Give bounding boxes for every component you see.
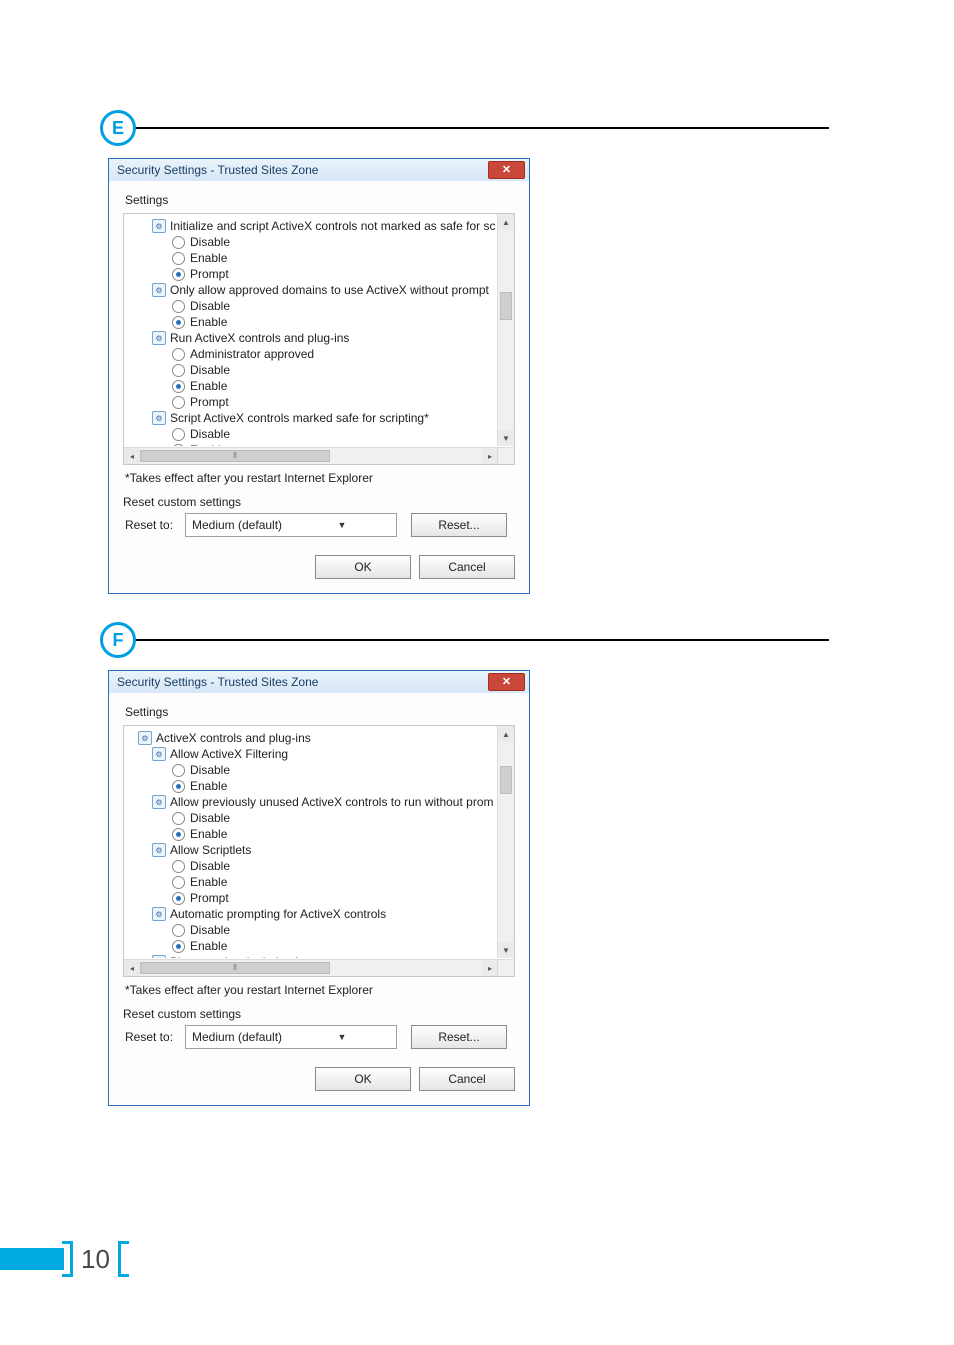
gear-icon: ⚙ <box>152 907 166 921</box>
gear-icon: ⚙ <box>152 283 166 297</box>
ok-button[interactable]: OK <box>315 555 411 579</box>
settings-tree[interactable]: ⚙ActiveX controls and plug-ins ⚙Allow Ac… <box>123 725 515 977</box>
setting-category: ⚙ActiveX controls and plug-ins <box>130 730 496 746</box>
gear-icon: ⚙ <box>138 731 152 745</box>
reset-level-combo[interactable]: Medium (default) ▼ <box>185 513 397 537</box>
radio-option[interactable]: Disable <box>130 858 496 874</box>
reset-button[interactable]: Reset... <box>411 513 507 537</box>
radio-option[interactable]: Prompt <box>130 394 496 410</box>
chevron-down-icon: ▼ <box>292 1032 392 1042</box>
restart-note: *Takes effect after you restart Internet… <box>125 471 515 485</box>
marker-circle-f: F <box>100 622 136 658</box>
reset-button[interactable]: Reset... <box>411 1025 507 1049</box>
radio-option[interactable]: Enable <box>130 778 496 794</box>
setting-group: ⚙Run ActiveX controls and plug-ins <box>130 330 496 346</box>
radio-option[interactable]: Disable <box>130 234 496 250</box>
gear-icon: ⚙ <box>152 411 166 425</box>
setting-group: ⚙Allow previously unused ActiveX control… <box>130 794 496 810</box>
gear-icon: ⚙ <box>152 795 166 809</box>
scroll-corner <box>497 959 514 976</box>
scroll-down-icon[interactable]: ▼ <box>498 942 514 958</box>
scroll-corner <box>497 447 514 464</box>
radio-option[interactable]: Enable <box>130 250 496 266</box>
dialog-security-settings-f: Security Settings - Trusted Sites Zone ✕… <box>108 670 530 1106</box>
gear-icon: ⚙ <box>152 219 166 233</box>
window-title: Security Settings - Trusted Sites Zone <box>117 163 488 177</box>
radio-option[interactable]: Enable <box>130 442 496 446</box>
settings-group-label: Settings <box>125 705 515 719</box>
reset-to-label: Reset to: <box>125 518 185 532</box>
scroll-right-icon[interactable]: ▸ <box>482 448 498 464</box>
marker-line <box>133 127 829 129</box>
marker-line <box>133 639 829 641</box>
marker-circle-e: E <box>100 110 136 146</box>
scroll-thumb[interactable]: ⦀ <box>140 962 330 974</box>
scroll-thumb[interactable]: ⦀ <box>140 450 330 462</box>
close-button[interactable]: ✕ <box>488 673 525 691</box>
radio-option[interactable]: Disable <box>130 762 496 778</box>
section-marker-e: E <box>100 110 829 146</box>
close-icon: ✕ <box>502 165 511 176</box>
vertical-scrollbar[interactable]: ▲ ▼ <box>497 214 514 446</box>
gear-icon: ⚙ <box>152 747 166 761</box>
gear-icon: ⚙ <box>152 955 166 958</box>
scroll-down-icon[interactable]: ▼ <box>498 430 514 446</box>
vertical-scrollbar[interactable]: ▲ ▼ <box>497 726 514 958</box>
horizontal-scrollbar[interactable]: ◂ ⦀ ▸ <box>124 447 498 464</box>
radio-option[interactable]: Enable <box>130 938 496 954</box>
setting-group: ⚙Allow ActiveX Filtering <box>130 746 496 762</box>
scroll-thumb[interactable] <box>500 766 512 794</box>
titlebar[interactable]: Security Settings - Trusted Sites Zone ✕ <box>109 671 529 693</box>
radio-option[interactable]: Prompt <box>130 890 496 906</box>
radio-option[interactable]: Administrator approved <box>130 346 496 362</box>
reset-to-label: Reset to: <box>125 1030 185 1044</box>
settings-group-label: Settings <box>125 193 515 207</box>
setting-group: ⚙Automatic prompting for ActiveX control… <box>130 906 496 922</box>
reset-group-label: Reset custom settings <box>123 1007 515 1021</box>
settings-tree[interactable]: ⚙Initialize and script ActiveX controls … <box>123 213 515 465</box>
scroll-up-icon[interactable]: ▲ <box>498 214 514 230</box>
setting-group: ⚙Script ActiveX controls marked safe for… <box>130 410 496 426</box>
radio-option[interactable]: Disable <box>130 922 496 938</box>
radio-option[interactable]: Enable <box>130 826 496 842</box>
horizontal-scrollbar[interactable]: ◂ ⦀ ▸ <box>124 959 498 976</box>
radio-option[interactable]: Disable <box>130 362 496 378</box>
scroll-left-icon[interactable]: ◂ <box>124 448 140 464</box>
setting-group: ⚙Initialize and script ActiveX controls … <box>130 218 496 234</box>
radio-option[interactable]: Enable <box>130 378 496 394</box>
gear-icon: ⚙ <box>152 843 166 857</box>
scroll-left-icon[interactable]: ◂ <box>124 960 140 976</box>
scroll-right-icon[interactable]: ▸ <box>482 960 498 976</box>
restart-note: *Takes effect after you restart Internet… <box>125 983 515 997</box>
window-title: Security Settings - Trusted Sites Zone <box>117 675 488 689</box>
setting-group: ⚙Allow Scriptlets <box>130 842 496 858</box>
close-icon: ✕ <box>502 677 511 688</box>
cancel-button[interactable]: Cancel <box>419 555 515 579</box>
setting-group: ⚙Only allow approved domains to use Acti… <box>130 282 496 298</box>
dialog-security-settings-e: Security Settings - Trusted Sites Zone ✕… <box>108 158 530 594</box>
scroll-thumb[interactable] <box>500 292 512 320</box>
gear-icon: ⚙ <box>152 331 166 345</box>
section-marker-f: F <box>100 622 829 658</box>
page-number-bar: 10 <box>0 1241 129 1277</box>
radio-option[interactable]: Enable <box>130 314 496 330</box>
ok-button[interactable]: OK <box>315 1067 411 1091</box>
reset-level-combo[interactable]: Medium (default) ▼ <box>185 1025 397 1049</box>
setting-group: ⚙Binary and script behaviors <box>130 954 496 958</box>
radio-option[interactable]: Disable <box>130 298 496 314</box>
radio-option[interactable]: Prompt <box>130 266 496 282</box>
reset-group-label: Reset custom settings <box>123 495 515 509</box>
radio-option[interactable]: Disable <box>130 426 496 442</box>
page-number: 10 <box>81 1244 110 1275</box>
radio-option[interactable]: Enable <box>130 874 496 890</box>
radio-option[interactable]: Disable <box>130 810 496 826</box>
close-button[interactable]: ✕ <box>488 161 525 179</box>
scroll-up-icon[interactable]: ▲ <box>498 726 514 742</box>
cancel-button[interactable]: Cancel <box>419 1067 515 1091</box>
titlebar[interactable]: Security Settings - Trusted Sites Zone ✕ <box>109 159 529 181</box>
chevron-down-icon: ▼ <box>292 520 392 530</box>
